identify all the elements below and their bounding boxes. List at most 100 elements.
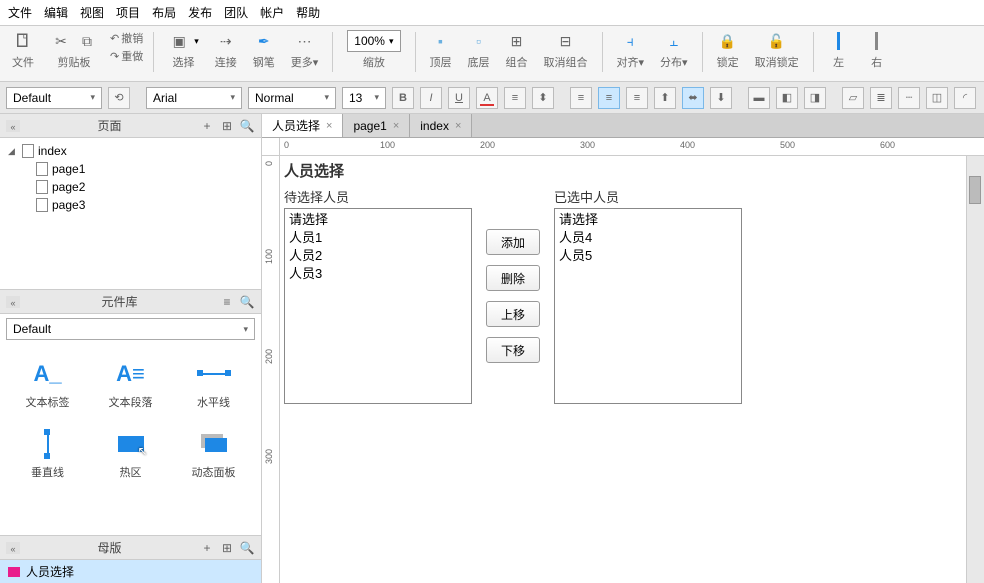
pages-collapse[interactable]: « bbox=[6, 120, 20, 132]
underline-button[interactable]: U bbox=[448, 87, 470, 109]
align-right-text[interactable]: ≡ bbox=[626, 87, 648, 109]
tool-ungroup[interactable]: ⊟取消组合 bbox=[540, 30, 592, 70]
corner-radius-button[interactable]: ◜ bbox=[954, 87, 976, 109]
tool-pen[interactable]: ✒ 钢笔 bbox=[249, 30, 279, 70]
list-item[interactable]: 请选择 bbox=[559, 211, 737, 229]
design-canvas[interactable]: 人员选择 待选择人员 请选择 人员1 人员2 人员3 添 bbox=[280, 156, 966, 583]
tab-2[interactable]: index× bbox=[410, 114, 472, 137]
tool-bottom[interactable]: ▫底层 bbox=[464, 30, 494, 70]
menu-help[interactable]: 帮助 bbox=[296, 4, 320, 21]
cut-icon[interactable]: ✂ bbox=[50, 30, 72, 52]
page-child-2[interactable]: page3 bbox=[0, 196, 261, 214]
menu-file[interactable]: 文件 bbox=[8, 4, 32, 21]
redo-button[interactable]: ↷重做 bbox=[110, 48, 143, 64]
font-combo[interactable]: Arial▾ bbox=[146, 87, 242, 109]
tool-top[interactable]: ▪顶层 bbox=[426, 30, 456, 70]
search-masters-icon[interactable]: 🔍 bbox=[239, 541, 255, 555]
zoom-combo[interactable]: 100%▾ bbox=[347, 30, 400, 52]
widget-dynamic-panel[interactable]: 动态面板 bbox=[172, 420, 255, 490]
tool-group-btn[interactable]: ⊞组合 bbox=[502, 30, 532, 70]
left-list-label[interactable]: 待选择人员 bbox=[284, 187, 472, 206]
tool-align[interactable]: ⫞对齐▾ bbox=[613, 30, 649, 70]
widgets-menu-icon[interactable]: ≡ bbox=[219, 295, 235, 309]
widget-hr[interactable]: 水平线 bbox=[172, 350, 255, 420]
tool-distribute[interactable]: ⫠分布▾ bbox=[656, 30, 692, 70]
copy-icon[interactable]: ⧉ bbox=[76, 30, 98, 52]
list-item[interactable]: 人员2 bbox=[289, 247, 467, 265]
page-child-0[interactable]: page1 bbox=[0, 160, 261, 178]
clear-format-button[interactable]: ⟲ bbox=[108, 87, 130, 109]
add-master-icon[interactable]: + bbox=[199, 541, 215, 555]
border-visible-button[interactable]: ◫ bbox=[926, 87, 948, 109]
add-button[interactable]: 添加 bbox=[486, 229, 540, 255]
tool-select[interactable]: ▣▾ 选择 bbox=[164, 30, 203, 70]
list-item[interactable]: 人员3 bbox=[289, 265, 467, 283]
menu-project[interactable]: 项目 bbox=[116, 4, 140, 21]
tool-more[interactable]: ⋯ 更多▾ bbox=[287, 30, 323, 70]
add-master-folder-icon[interactable]: ⊞ bbox=[219, 541, 235, 555]
right-list-label[interactable]: 已选中人员 bbox=[554, 187, 742, 206]
list-item[interactable]: 人员4 bbox=[559, 229, 737, 247]
page-root[interactable]: ◢index bbox=[0, 142, 261, 160]
size-combo[interactable]: 13▾ bbox=[342, 87, 386, 109]
widgets-search-icon[interactable]: 🔍 bbox=[239, 295, 255, 309]
tool-file[interactable]: 文件 bbox=[8, 30, 38, 70]
master-item[interactable]: 人员选择 bbox=[0, 560, 261, 583]
menu-view[interactable]: 视图 bbox=[80, 4, 104, 21]
widgets-collapse[interactable]: « bbox=[6, 296, 20, 308]
preset-combo[interactable]: Default▾ bbox=[6, 87, 102, 109]
close-icon[interactable]: × bbox=[455, 120, 461, 132]
widget-text-label[interactable]: A_文本标签 bbox=[6, 350, 89, 420]
line-height-button[interactable]: ⬍ bbox=[532, 87, 554, 109]
tool-align-right[interactable]: 右 bbox=[862, 30, 892, 70]
bold-button[interactable]: B bbox=[392, 87, 414, 109]
search-pages-icon[interactable]: 🔍 bbox=[239, 119, 255, 133]
border-width-button[interactable]: ≣ bbox=[870, 87, 892, 109]
move-up-button[interactable]: 上移 bbox=[486, 301, 540, 327]
border-style-button[interactable]: ┄ bbox=[898, 87, 920, 109]
close-icon[interactable]: × bbox=[326, 120, 332, 132]
outer-shadow-button[interactable]: ◧ bbox=[776, 87, 798, 109]
border-color-button[interactable]: ▱ bbox=[842, 87, 864, 109]
tab-1[interactable]: page1× bbox=[343, 114, 410, 137]
menu-layout[interactable]: 布局 bbox=[152, 4, 176, 21]
tool-unlock[interactable]: 🔓取消锁定 bbox=[751, 30, 803, 70]
tool-align-left[interactable]: 左 bbox=[824, 30, 854, 70]
tab-0[interactable]: 人员选择× bbox=[262, 114, 343, 137]
undo-button[interactable]: ↶撤销 bbox=[110, 30, 143, 46]
menu-publish[interactable]: 发布 bbox=[188, 4, 212, 21]
list-item[interactable]: 人员1 bbox=[289, 229, 467, 247]
add-page-icon[interactable]: + bbox=[199, 119, 215, 133]
left-listbox[interactable]: 请选择 人员1 人员2 人员3 bbox=[284, 208, 472, 404]
align-left-text[interactable]: ≡ bbox=[570, 87, 592, 109]
widget-library-combo[interactable]: Default▾ bbox=[6, 318, 255, 340]
menu-team[interactable]: 团队 bbox=[224, 4, 248, 21]
list-item[interactable]: 人员5 bbox=[559, 247, 737, 265]
bullets-button[interactable]: ≡ bbox=[504, 87, 526, 109]
tool-lock[interactable]: 🔒锁定 bbox=[713, 30, 743, 70]
right-listbox[interactable]: 请选择 人员4 人员5 bbox=[554, 208, 742, 404]
menu-account[interactable]: 帐户 bbox=[260, 4, 284, 21]
inner-shadow-button[interactable]: ◨ bbox=[804, 87, 826, 109]
widget-hotspot[interactable]: ↖热区 bbox=[89, 420, 172, 490]
move-down-button[interactable]: 下移 bbox=[486, 337, 540, 363]
tool-clipboard[interactable]: ✂ ⧉ 剪贴板 bbox=[46, 30, 102, 70]
remove-button[interactable]: 删除 bbox=[486, 265, 540, 291]
align-center-text[interactable]: ≡ bbox=[598, 87, 620, 109]
weight-combo[interactable]: Normal▾ bbox=[248, 87, 336, 109]
text-color-button[interactable]: A bbox=[476, 87, 498, 109]
widget-vr[interactable]: 垂直线 bbox=[6, 420, 89, 490]
valign-top[interactable]: ⬆ bbox=[654, 87, 676, 109]
scrollbar-thumb[interactable] bbox=[969, 176, 981, 204]
valign-middle[interactable]: ⬌ bbox=[682, 87, 704, 109]
valign-bottom[interactable]: ⬇ bbox=[710, 87, 732, 109]
menu-edit[interactable]: 编辑 bbox=[44, 4, 68, 21]
masters-collapse[interactable]: « bbox=[6, 542, 20, 554]
page-child-1[interactable]: page2 bbox=[0, 178, 261, 196]
design-title[interactable]: 人员选择 bbox=[284, 160, 742, 181]
fill-color-button[interactable]: ▬ bbox=[748, 87, 770, 109]
list-item[interactable]: 请选择 bbox=[289, 211, 467, 229]
vertical-scrollbar[interactable] bbox=[966, 156, 984, 583]
close-icon[interactable]: × bbox=[393, 120, 399, 132]
italic-button[interactable]: I bbox=[420, 87, 442, 109]
